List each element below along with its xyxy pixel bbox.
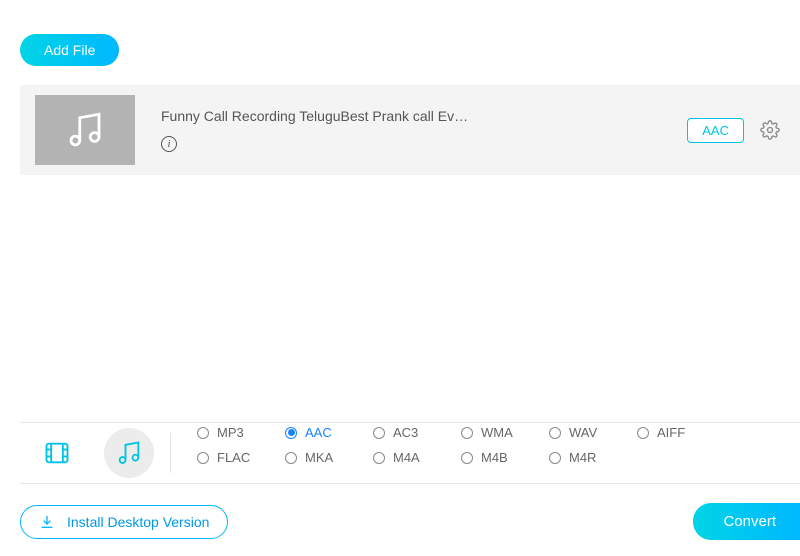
install-desktop-label: Install Desktop Version xyxy=(67,514,209,530)
file-title: Funny Call Recording TeluguBest Prank ca… xyxy=(161,108,687,124)
install-desktop-button[interactable]: Install Desktop Version xyxy=(20,505,228,539)
current-format-badge[interactable]: AAC xyxy=(687,118,744,143)
music-note-icon xyxy=(64,109,106,151)
format-option-mka[interactable]: MKA xyxy=(285,450,373,465)
bottom-bar: Install Desktop Version Convert xyxy=(20,503,800,540)
format-option-m4r[interactable]: M4R xyxy=(549,450,637,465)
tab-audio[interactable] xyxy=(104,428,154,478)
format-option-aac[interactable]: AAC xyxy=(285,425,373,440)
format-option-aiff[interactable]: AIFF xyxy=(637,425,725,440)
format-option-wav[interactable]: WAV xyxy=(549,425,637,440)
format-option-flac[interactable]: FLAC xyxy=(197,450,285,465)
file-thumbnail xyxy=(35,95,135,165)
format-option-m4a[interactable]: M4A xyxy=(373,450,461,465)
info-icon[interactable]: i xyxy=(161,136,177,152)
gear-icon[interactable] xyxy=(760,120,780,140)
format-options: MP3AACAC3WMAWAVAIFF FLACMKAM4AM4BM4R xyxy=(171,421,731,485)
tab-video[interactable] xyxy=(32,428,82,478)
format-option-ac3[interactable]: AC3 xyxy=(373,425,461,440)
file-info: Funny Call Recording TeluguBest Prank ca… xyxy=(161,108,687,152)
add-file-button[interactable]: Add File xyxy=(20,34,119,66)
format-option-mp3[interactable]: MP3 xyxy=(197,425,285,440)
format-panel: MP3AACAC3WMAWAVAIFF FLACMKAM4AM4BM4R xyxy=(20,422,800,484)
format-option-m4b[interactable]: M4B xyxy=(461,450,549,465)
convert-button[interactable]: Convert xyxy=(693,503,800,540)
format-type-tabs xyxy=(20,433,171,473)
download-icon xyxy=(39,514,55,530)
file-item: Funny Call Recording TeluguBest Prank ca… xyxy=(20,85,800,175)
format-option-wma[interactable]: WMA xyxy=(461,425,549,440)
